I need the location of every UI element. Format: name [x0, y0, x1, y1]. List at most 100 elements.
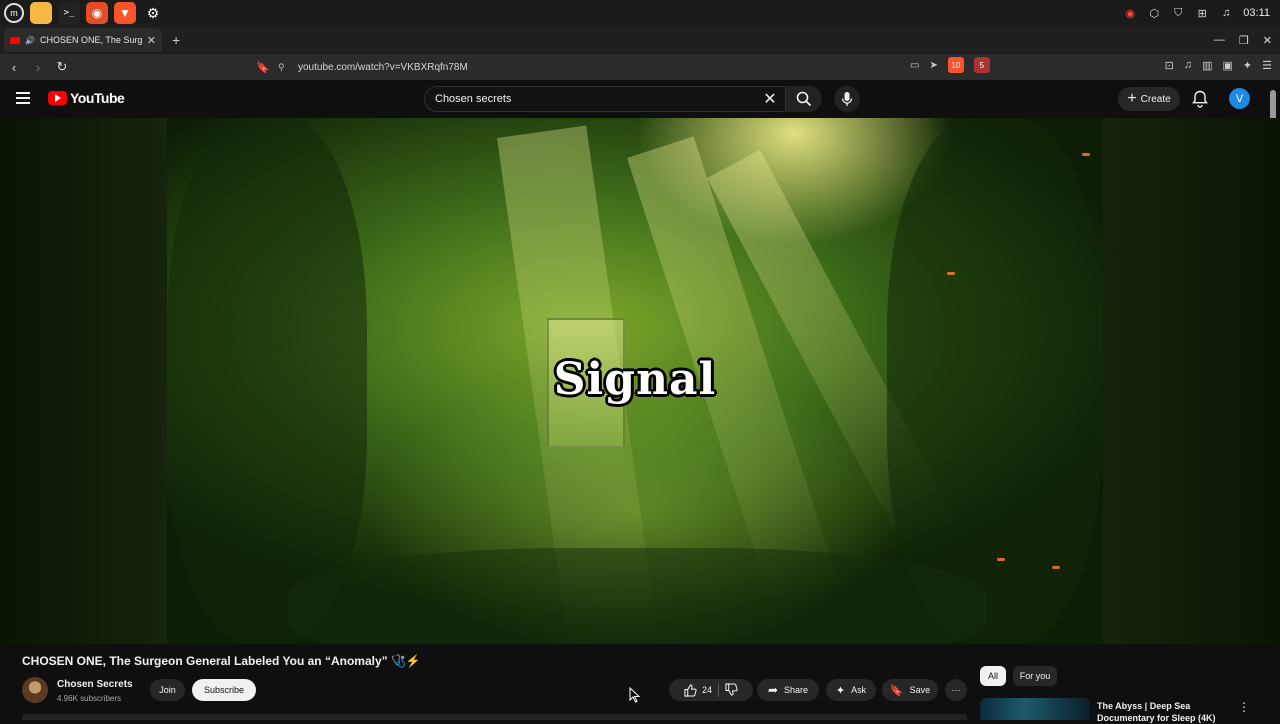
reload-icon[interactable]: ↻ [52, 59, 72, 75]
youtube-play-icon [48, 91, 67, 105]
minimize-icon[interactable]: — [1214, 34, 1225, 46]
terminal-icon[interactable]: >_ [58, 2, 80, 24]
share-label: Share [784, 685, 809, 695]
site-info-icon[interactable]: ⚲ [278, 62, 298, 73]
ublock-icon[interactable]: ◉ [86, 2, 108, 24]
back-icon[interactable]: ‹ [4, 60, 24, 75]
account-avatar[interactable]: V [1229, 88, 1250, 109]
thumbs-up-icon [684, 683, 697, 697]
chip-all[interactable]: All [980, 666, 1006, 686]
obs-icon[interactable]: ◉ [1123, 6, 1137, 20]
player-letterbox-right [1103, 118, 1280, 644]
like-dislike-group: 24 [669, 679, 753, 701]
screenshot-icon[interactable]: ⊡ [1165, 59, 1174, 72]
search-input[interactable]: Chosen secrets [424, 86, 786, 112]
mint-menu-icon[interactable]: m [4, 3, 24, 23]
bookmark-save-icon: 🔖 [889, 684, 904, 697]
dislike-button[interactable] [725, 682, 738, 698]
like-count: 24 [701, 685, 712, 695]
player-letterbox-left [0, 118, 167, 644]
more-horizontal-icon: ⋯ [951, 684, 961, 695]
wallet-icon[interactable]: ▣ [1223, 59, 1233, 72]
cast-icon[interactable]: ▭ [910, 60, 919, 71]
youtube-header: YouTube Chosen secrets ✕ + Create V [0, 80, 1280, 118]
ember [1082, 153, 1090, 156]
clear-search-icon[interactable]: ✕ [760, 89, 780, 109]
url-text[interactable]: youtube.com/watch?v=VKBXRqfn78M [298, 62, 468, 73]
search-input-value[interactable]: Chosen secrets [435, 93, 511, 105]
url-field[interactable]: 🔖 ⚲ youtube.com/watch?v=VKBXRqfn78M [256, 57, 1000, 77]
more-actions-button[interactable]: ⋯ [945, 679, 967, 701]
avatar-letter: V [1235, 92, 1244, 105]
menu-icon[interactable]: ☰ [1262, 59, 1272, 72]
leo-ai-icon[interactable]: ✦ [1243, 59, 1252, 72]
more-vertical-icon[interactable]: ⋮ [1238, 700, 1250, 714]
channel-name[interactable]: Chosen Secrets [57, 679, 133, 690]
video-title: CHOSEN ONE, The Surgeon General Labeled … [22, 654, 421, 668]
browser-tab-bar: 🔊 CHOSEN ONE, The Surgeon ✕ + — ❐ ✕ [0, 26, 1280, 54]
subscribe-button[interactable]: Subscribe [192, 679, 256, 701]
rewards-count: 5 [979, 60, 985, 70]
hamburger-menu-icon[interactable] [16, 92, 30, 104]
files-icon[interactable] [30, 2, 52, 24]
microphone-icon [841, 92, 853, 106]
network-icon[interactable]: ⊞ [1195, 6, 1209, 20]
send-icon[interactable]: ➤ [929, 60, 937, 71]
ask-label: Ask [851, 685, 867, 695]
plus-icon: + [1127, 90, 1137, 107]
like-button[interactable]: 24 [684, 683, 712, 697]
search-button[interactable] [786, 86, 822, 112]
search-icon [796, 91, 812, 107]
youtube-logo-text: YouTube [70, 90, 125, 106]
channel-avatar[interactable] [22, 677, 48, 703]
new-tab-button[interactable]: + [172, 32, 180, 48]
tab-youtube[interactable]: 🔊 CHOSEN ONE, The Surgeon ✕ [4, 28, 162, 52]
subscriber-count: 4.96K subscribers [57, 694, 122, 703]
video-frame[interactable]: Signal [167, 118, 1103, 644]
youtube-logo[interactable]: YouTube [48, 90, 125, 106]
ember [947, 272, 955, 275]
recommended-title[interactable]: The Abyss | Deep Sea Documentary for Sle… [1097, 700, 1237, 724]
notifications-bell-icon[interactable] [1192, 90, 1208, 113]
ember [997, 558, 1005, 561]
recommended-thumbnail[interactable] [980, 698, 1090, 720]
save-label: Save [909, 685, 931, 695]
join-button[interactable]: Join [150, 679, 185, 701]
ask-button[interactable]: ✦ Ask [826, 679, 876, 701]
brave-shield-count: 10 [951, 60, 961, 70]
share-icon: ➦ [767, 683, 779, 697]
video-details: CHOSEN ONE, The Surgeon General Labeled … [0, 644, 1280, 723]
voice-search-button[interactable] [834, 86, 860, 112]
shield-icon[interactable]: ⛉ [1171, 6, 1185, 20]
cave-floor [287, 548, 987, 644]
settings-icon[interactable]: ⚙ [142, 2, 164, 24]
os-taskbar: m >_ ◉ ▼ ⚙ ◉ ⬡ ⛉ ⊞ ♫ 03:11 [0, 0, 1280, 26]
brave-shields-icon[interactable]: 10 [947, 57, 964, 73]
create-label: Create [1140, 93, 1171, 105]
share-button[interactable]: ➦ Share [757, 679, 819, 701]
brave-rewards-icon[interactable]: 5 [973, 57, 990, 73]
forward-icon[interactable]: › [28, 60, 48, 75]
media-icon[interactable]: ♫ [1184, 59, 1192, 72]
description-box[interactable] [22, 714, 967, 720]
create-button[interactable]: + Create [1118, 87, 1180, 111]
tab-title: CHOSEN ONE, The Surgeon [39, 35, 142, 45]
thumbs-down-icon [725, 682, 738, 696]
mouse-cursor-icon [629, 687, 641, 703]
youtube-favicon-icon [10, 36, 20, 44]
brave-icon[interactable]: ▼ [114, 2, 136, 24]
video-player[interactable]: Signal [0, 118, 1280, 644]
sparkle-icon: ✦ [835, 684, 846, 697]
sidebar-toggle-icon[interactable]: ▥ [1202, 59, 1212, 72]
address-bar: ‹ › ↻ 🔖 ⚲ youtube.com/watch?v=VKBXRqfn78… [0, 54, 1280, 80]
chip-for-you[interactable]: For you [1013, 666, 1057, 686]
close-window-icon[interactable]: ✕ [1263, 34, 1272, 47]
bookmark-icon[interactable]: 🔖 [256, 61, 278, 74]
close-tab-icon[interactable]: ✕ [147, 34, 156, 47]
clock[interactable]: 03:11 [1243, 7, 1270, 19]
maximize-icon[interactable]: ❐ [1239, 34, 1249, 47]
speaker-icon[interactable]: 🔊 [25, 36, 35, 45]
save-button[interactable]: 🔖 Save [882, 679, 938, 701]
security-icon[interactable]: ⬡ [1147, 6, 1161, 20]
music-icon[interactable]: ♫ [1219, 6, 1233, 20]
